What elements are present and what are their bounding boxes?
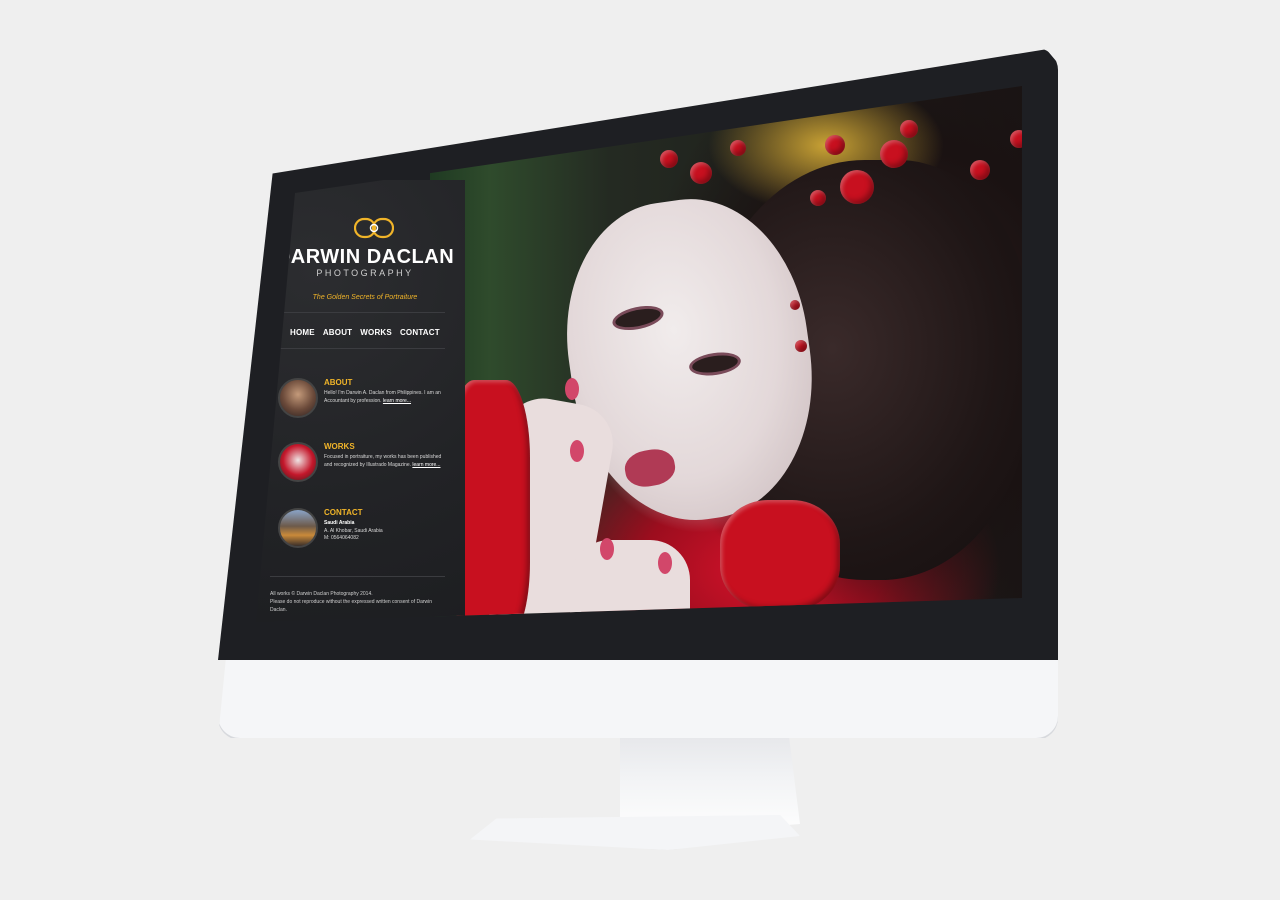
- works-title: WORKS: [324, 442, 355, 451]
- divider: [270, 576, 445, 577]
- brand-subtitle: PHOTOGRAPHY: [316, 268, 414, 278]
- hero-berry: [795, 340, 807, 352]
- hero-berry: [880, 140, 908, 168]
- monitor-stand-base: [470, 815, 800, 850]
- contact-phone[interactable]: M: 0564064082: [324, 535, 442, 543]
- contact-text: Saudi Arabia A. Al Khobar, Saudi Arabia …: [324, 520, 442, 543]
- hero-berry: [690, 162, 712, 184]
- contact-avatar: [278, 508, 318, 548]
- site-tagline: The Golden Secrets of Portraiture: [312, 294, 418, 301]
- about-title: ABOUT: [324, 378, 353, 387]
- desktop-mockup-scene: DARWIN DACLAN PHOTOGRAPHY The Golden Sec…: [0, 0, 1280, 900]
- about-text: Hello! I'm Darwin A. Daclan from Philipp…: [324, 390, 442, 405]
- works-avatar: [278, 442, 318, 482]
- hero-berry: [840, 170, 874, 204]
- site-footer: All works © Darwin Daclan Photography 20…: [270, 590, 440, 614]
- footer-copyright: All works © Darwin Daclan Photography 20…: [270, 591, 373, 597]
- main-nav: HOME ABOUT WORKS CONTACT: [290, 328, 440, 337]
- hero-nail: [658, 552, 672, 574]
- contact-address: A. Al Khobar, Saudi Arabia: [324, 527, 383, 534]
- nav-item-home[interactable]: HOME: [290, 328, 315, 337]
- hero-nail: [565, 378, 579, 400]
- about-avatar: [278, 378, 318, 418]
- nav-item-about[interactable]: ABOUT: [323, 328, 352, 337]
- contact-title: CONTACT: [324, 508, 363, 517]
- hero-nail: [600, 538, 614, 560]
- hero-nail: [570, 440, 584, 462]
- hero-berry: [730, 140, 746, 156]
- divider: [270, 312, 445, 313]
- hero-berry: [660, 150, 678, 168]
- hero-berry: [810, 190, 826, 206]
- divider: [270, 348, 445, 349]
- footer-notice: Please do not reproduce without the expr…: [270, 599, 433, 613]
- hero-red-ruffle: [720, 500, 840, 610]
- works-learn-more-link[interactable]: learn more...: [412, 462, 440, 468]
- hero-berry: [790, 300, 800, 310]
- brand-name[interactable]: DARWIN DACLAN: [270, 246, 460, 269]
- nav-item-works[interactable]: WORKS: [360, 328, 392, 337]
- camera-lens-logo-icon[interactable]: [354, 216, 394, 240]
- hero-berry: [900, 120, 918, 138]
- hero-berry: [825, 135, 845, 155]
- contact-country: Saudi Arabia: [324, 520, 355, 526]
- works-text: Focused in portraiture, my works has bee…: [324, 454, 442, 469]
- about-learn-more-link[interactable]: learn more...: [383, 398, 411, 404]
- nav-item-contact[interactable]: CONTACT: [400, 328, 440, 337]
- hero-portrait-image: [430, 86, 1022, 622]
- hero-berry: [970, 160, 990, 180]
